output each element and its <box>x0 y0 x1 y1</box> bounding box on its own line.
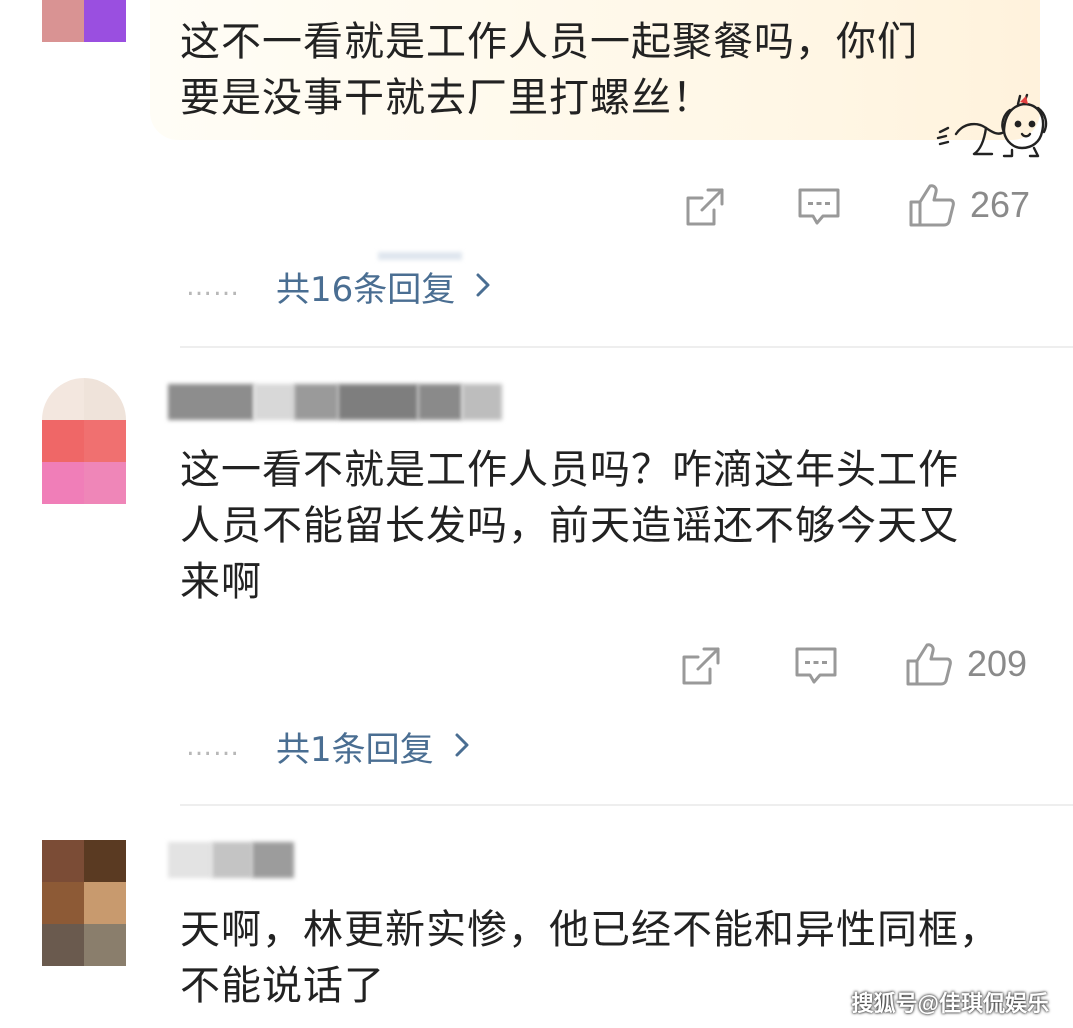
comment-icon <box>794 645 838 687</box>
divider <box>180 346 1073 348</box>
like-count: 267 <box>970 184 1031 225</box>
share-icon <box>680 645 722 687</box>
view-replies-link[interactable]: 共1条回复 <box>276 722 470 771</box>
chevron-right-icon <box>475 267 491 307</box>
reply-count-label: 共16条回复 <box>276 270 456 310</box>
comment-text: 这不一看就是工作人员一起聚餐吗，你们 要是没事干就去厂里打螺丝！ <box>180 14 918 126</box>
comment-text: 这一看不就是工作人员吗？咋滴这年头工作 人员不能留长发吗，前天造谣还不够今天又 … <box>180 442 959 610</box>
comment-text-line: 这不一看就是工作人员一起聚餐吗，你们 <box>180 19 918 65</box>
comment-button[interactable] <box>797 186 841 228</box>
chevron-right-icon <box>454 727 470 767</box>
comment-icon <box>797 186 841 228</box>
share-button[interactable] <box>680 645 722 687</box>
comment-text-line: 这一看不就是工作人员吗？咋滴这年头工作 <box>180 447 959 493</box>
blur-artifact <box>378 252 462 260</box>
dots: …… <box>186 271 240 302</box>
thumbs-up-icon <box>905 641 953 687</box>
avatar[interactable] <box>42 0 126 42</box>
like-button[interactable]: 267 <box>908 182 1030 228</box>
comment-button[interactable] <box>794 645 838 687</box>
avatar[interactable] <box>42 378 126 504</box>
dog-sticker <box>934 92 1050 162</box>
comment-text-line: 人员不能留长发吗，前天造谣还不够今天又 <box>180 503 959 549</box>
comment-text-line: 天啊，林更新实惨，他已经不能和异性同框， <box>180 907 1000 953</box>
share-button[interactable] <box>684 186 726 228</box>
replies-row: …… 共1条回复 <box>186 722 470 771</box>
watermark: 搜狐号@佳琪侃娱乐 <box>851 991 1049 1016</box>
comment-text-line: 要是没事干就去厂里打螺丝！ <box>180 75 713 121</box>
like-button[interactable]: 209 <box>905 641 1027 687</box>
like-count: 209 <box>967 643 1028 684</box>
divider <box>180 804 1073 806</box>
comment-text-line: 来啊 <box>180 559 262 605</box>
dots: …… <box>186 731 240 762</box>
view-replies-link[interactable]: 共16条回复 <box>276 262 491 311</box>
replies-row: …… 共16条回复 <box>186 262 491 311</box>
reply-count-label: 共1条回复 <box>276 730 434 770</box>
thumbs-up-icon <box>908 182 956 228</box>
share-icon <box>684 186 726 228</box>
avatar[interactable] <box>42 840 126 966</box>
